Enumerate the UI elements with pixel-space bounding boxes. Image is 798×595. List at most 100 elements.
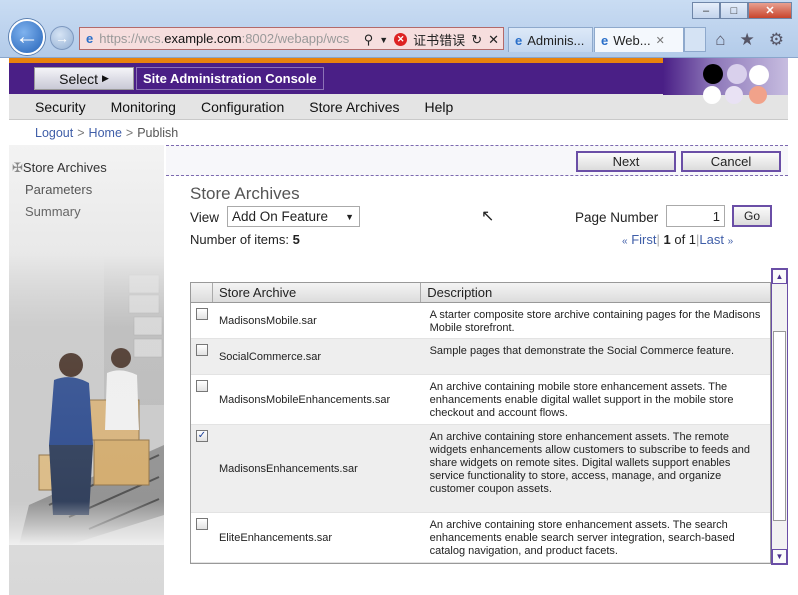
warehouse-photo	[9, 255, 164, 545]
address-scheme: https://wcs.	[99, 31, 165, 46]
tab-label: Adminis...	[527, 32, 585, 48]
triangle-right-icon: ▶	[101, 73, 109, 83]
sidebar-item-store-archives[interactable]: ✠Store Archives	[12, 160, 107, 176]
page-number-input[interactable]: 1	[666, 205, 725, 227]
maximize-icon[interactable]: □	[720, 2, 748, 19]
browser-chrome: – □ ✕ ← → e https://wcs. example.com:8002…	[0, 0, 798, 58]
favorites-icon[interactable]: ★	[740, 30, 755, 50]
row-checkbox[interactable]	[195, 518, 208, 530]
archive-name: MadisonsMobileEnhancements.sar	[218, 393, 391, 406]
menu-monitoring[interactable]: Monitoring	[111, 99, 176, 115]
refresh-icon[interactable]: ↻	[471, 32, 482, 48]
address-bar[interactable]: e https://wcs. example.com:8002/webapp/wc…	[79, 27, 504, 50]
table-scrollbar[interactable]: ▲ ▼	[771, 268, 788, 565]
minimize-icon[interactable]: –	[692, 2, 720, 19]
sidebar-item-parameters[interactable]: Parameters	[25, 182, 92, 197]
row-checkbox[interactable]: ✓	[195, 430, 208, 442]
archive-description: An archive containing mobile store enhan…	[429, 381, 734, 419]
window-controls: – □ ✕	[692, 2, 792, 19]
select-button[interactable]: Select ▶	[34, 67, 134, 90]
sidebar-item-label: Store Archives	[22, 160, 107, 175]
item-count-label: Number of items:	[190, 232, 289, 247]
page: Select ▶ Site Administration Console Sec…	[9, 58, 788, 595]
last-page-icon[interactable]: »	[728, 236, 734, 247]
chevron-down-icon: ▼	[345, 211, 354, 222]
ie-page-icon: e	[86, 31, 94, 46]
view-select[interactable]: Add On Feature ▼	[227, 206, 360, 227]
breadcrumb: Logout > Home > Publish	[9, 120, 788, 145]
archive-name: MadisonsMobile.sar	[218, 314, 317, 327]
main-menu: Security Monitoring Configuration Store …	[9, 94, 788, 120]
scroll-down-icon[interactable]: ▼	[772, 549, 787, 564]
archive-description: A starter composite store archive contai…	[429, 309, 761, 334]
table-row[interactable]: EliteEnhancements.sar An archive contain…	[191, 513, 770, 563]
table-row[interactable]: ✓ MadisonsEnhancements.sar An archive co…	[191, 425, 770, 513]
archive-description: An archive containing store enhancement …	[429, 519, 735, 557]
table-row[interactable]: SocialCommerce.sar Sample pages that dem…	[191, 339, 770, 375]
pager: « First| 1 of 1|Last »	[622, 232, 734, 247]
forward-icon[interactable]: →	[50, 26, 74, 50]
home-icon[interactable]: ⌂	[715, 30, 725, 50]
store-archive-table: Store Archive Description MadisonsMobile…	[190, 282, 771, 564]
item-count-value: 5	[292, 232, 300, 247]
home-link[interactable]: Home	[89, 126, 122, 140]
last-page-link[interactable]: Last	[699, 232, 724, 247]
gear-icon[interactable]: ⚙	[769, 30, 784, 50]
tab-admin[interactable]: e Adminis...	[508, 27, 593, 52]
ie-tab-icon: e	[601, 32, 609, 48]
close-icon[interactable]: ✕	[748, 2, 792, 19]
menu-security[interactable]: Security	[35, 99, 86, 115]
mouse-cursor-icon: ↖	[481, 208, 495, 225]
breadcrumb-separator: >	[77, 125, 85, 140]
stop-icon[interactable]: ✕	[488, 32, 499, 48]
view-select-value: Add On Feature	[232, 209, 329, 224]
row-checkbox[interactable]	[195, 308, 208, 320]
tab-label: Web...	[613, 32, 651, 48]
archive-name: SocialCommerce.sar	[218, 350, 322, 363]
cancel-button[interactable]: Cancel	[681, 151, 781, 172]
search-icon[interactable]: ⚲	[364, 32, 374, 48]
cert-error-icon[interactable]: ✕	[394, 33, 408, 46]
column-header-store-archive[interactable]: Store Archive	[213, 283, 422, 302]
tab-close-icon[interactable]: ✕	[656, 34, 665, 47]
current-step-icon: ✠	[12, 160, 23, 175]
scroll-thumb[interactable]	[773, 331, 786, 521]
main-content: Next Cancel Store Archives View Add On F…	[166, 145, 788, 595]
cert-error-text[interactable]: 证书错误	[413, 30, 465, 49]
pager-total: of 1	[674, 232, 697, 247]
first-page-link[interactable]: First	[631, 232, 656, 247]
archive-description: An archive containing store enhancement …	[429, 431, 750, 495]
row-checkbox[interactable]	[195, 380, 208, 392]
archive-description: Sample pages that demonstrate the Social…	[429, 345, 735, 357]
select-all-header[interactable]	[191, 283, 213, 302]
breadcrumb-separator: >	[125, 125, 134, 140]
go-button[interactable]: Go	[732, 205, 772, 227]
new-tab-button[interactable]	[684, 27, 706, 52]
dropdown-icon[interactable]: ▼	[379, 35, 388, 45]
page-number-label: Page Number	[575, 210, 659, 225]
view-label: View	[190, 210, 220, 225]
row-checkbox[interactable]	[195, 344, 208, 356]
menu-configuration[interactable]: Configuration	[201, 99, 284, 115]
pager-current: 1	[663, 232, 671, 247]
menu-store-archives[interactable]: Store Archives	[309, 99, 399, 115]
archive-name: MadisonsEnhancements.sar	[218, 462, 358, 475]
menu-help[interactable]: Help	[425, 99, 454, 115]
scroll-up-icon[interactable]: ▲	[772, 269, 787, 284]
browser-tools: ⌂ ★ ⚙	[715, 30, 784, 50]
table-header: Store Archive Description	[191, 283, 770, 303]
next-button[interactable]: Next	[576, 151, 676, 172]
address-path: :8002/webapp/wcs	[241, 31, 350, 46]
table-row[interactable]: MadisonsMobileEnhancements.sar An archiv…	[191, 375, 770, 425]
archive-name: EliteEnhancements.sar	[218, 531, 333, 544]
wizard-actions: Next Cancel	[166, 145, 788, 176]
back-icon[interactable]: ←	[9, 19, 45, 55]
column-header-description[interactable]: Description	[421, 283, 770, 302]
sidebar-item-summary[interactable]: Summary	[25, 204, 81, 219]
first-page-icon[interactable]: «	[622, 236, 628, 247]
logout-link[interactable]: Logout	[35, 126, 73, 140]
table-row[interactable]: MadisonsMobile.sar A starter composite s…	[191, 303, 770, 339]
ie-tab-icon: e	[515, 32, 523, 48]
tab-web[interactable]: e Web... ✕	[594, 27, 684, 52]
console-title: Site Administration Console	[136, 67, 324, 90]
